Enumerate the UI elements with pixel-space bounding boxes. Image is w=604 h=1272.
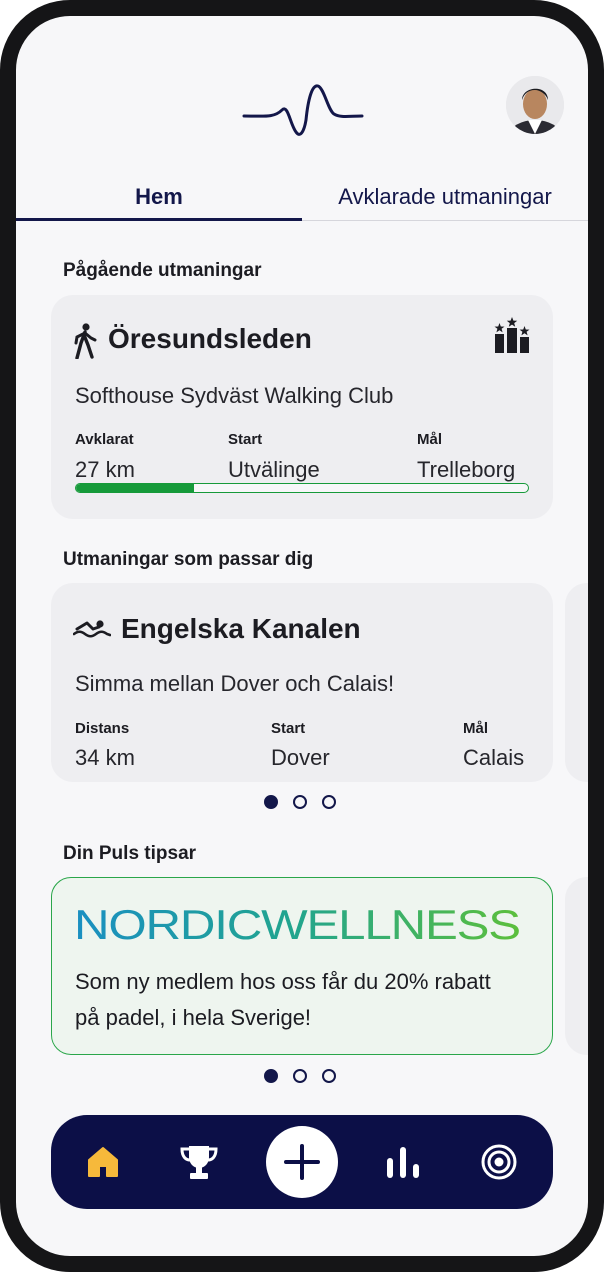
- challenge-club: Softhouse Sydväst Walking Club: [75, 383, 394, 408]
- tips-pager: [264, 1069, 344, 1089]
- section-title-tips: Din Puls tipsar: [63, 843, 197, 864]
- start-value: Dover: [271, 745, 330, 770]
- swimmer-icon: [73, 620, 111, 638]
- plus-icon: [284, 1144, 320, 1180]
- phone-frame: Hem Avklarade utmaningar Pågående utmani…: [0, 0, 604, 1272]
- completed-label: Avklarat: [75, 431, 134, 448]
- start-label: Start: [228, 431, 263, 448]
- podium-stars-icon[interactable]: [493, 317, 531, 355]
- suggested-pager: [264, 795, 344, 815]
- goal-value: Calais: [463, 745, 525, 770]
- trophy-icon: [180, 1146, 218, 1179]
- goal-label: Mål: [463, 720, 489, 737]
- start-label: Start: [271, 720, 306, 737]
- bottom-navigation: [51, 1115, 553, 1209]
- next-promo-card-peek[interactable]: [565, 877, 588, 1055]
- nav-statistics[interactable]: [373, 1115, 433, 1209]
- pager-dot[interactable]: [264, 1069, 278, 1083]
- pulse-line-icon: [242, 84, 364, 136]
- avatar[interactable]: [506, 76, 564, 134]
- tab-active-indicator: [16, 218, 302, 221]
- challenge-name: Öresundsleden: [108, 323, 312, 354]
- next-challenge-card-peek[interactable]: [565, 583, 588, 782]
- ongoing-challenge-card[interactable]: Öresundsleden Softhouse Sydväst Walking …: [51, 295, 553, 519]
- section-title-suggested: Utmaningar som passar dig: [63, 549, 314, 570]
- completed-value: 27 km: [75, 457, 135, 482]
- progress-bar: [75, 483, 529, 493]
- section-title-ongoing: Pågående utmaningar: [63, 260, 262, 281]
- add-button[interactable]: [266, 1126, 338, 1198]
- home-icon: [88, 1147, 118, 1177]
- promo-card[interactable]: NORDIC WELLNESS Som ny medlem hos oss får…: [51, 877, 553, 1055]
- challenge-description: Simma mellan Dover och Calais!: [75, 671, 395, 696]
- pager-dot[interactable]: [264, 795, 278, 809]
- svg-text:NORDICWELLNESS: NORDIC WELLNESS: [74, 904, 520, 944]
- goal-value: Trelleborg: [417, 457, 516, 482]
- nav-home[interactable]: [73, 1115, 133, 1209]
- distance-label: Distans: [75, 720, 130, 737]
- promo-text: Som ny medlem hos oss får du 20% rabatt …: [75, 969, 491, 1030]
- tab-completed-challenges[interactable]: Avklarade utmaningar: [302, 184, 588, 210]
- pager-dot[interactable]: [322, 1069, 336, 1083]
- challenge-name: Engelska Kanalen: [121, 613, 361, 644]
- user-avatar: [506, 76, 564, 134]
- nav-challenges[interactable]: [169, 1115, 229, 1209]
- start-value: Utvälinge: [228, 457, 320, 482]
- nordic-wellness-logo: NORDIC WELLNESS: [74, 904, 521, 944]
- target-icon: [481, 1144, 517, 1180]
- bar-chart-icon: [387, 1147, 419, 1178]
- progress-bar-fill: [76, 484, 194, 492]
- walking-person-icon: [74, 323, 97, 359]
- tab-home[interactable]: Hem: [16, 184, 302, 210]
- distance-value: 34 km: [75, 745, 135, 770]
- nav-goals[interactable]: [469, 1115, 529, 1209]
- goal-label: Mål: [417, 431, 443, 448]
- tab-bar: Hem Avklarade utmaningar: [16, 184, 588, 222]
- pager-dot[interactable]: [293, 795, 307, 809]
- pager-dot[interactable]: [293, 1069, 307, 1083]
- pager-dot[interactable]: [322, 795, 336, 809]
- suggested-challenge-card[interactable]: Engelska Kanalen Simma mellan Dover och …: [51, 583, 553, 782]
